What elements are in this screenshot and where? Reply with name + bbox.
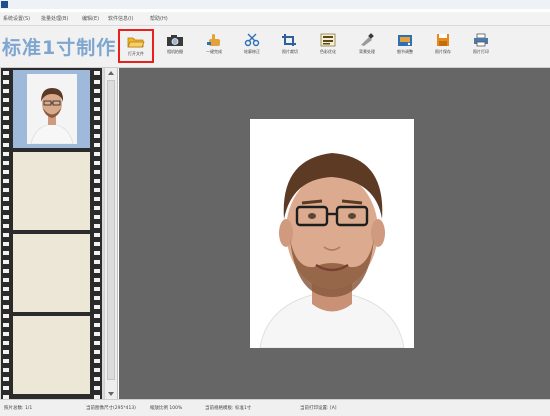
- thumbnail-panel: [0, 68, 118, 399]
- status-zoom: 缩放比例 100%: [150, 406, 183, 411]
- photo-print-button[interactable]: 照片打印: [463, 29, 499, 63]
- menu-software-info[interactable]: 软件信息(I): [108, 15, 133, 22]
- menu-help[interactable]: 帮助(H): [150, 15, 168, 22]
- photo-crop-button[interactable]: 照片裁切: [272, 29, 308, 63]
- camera-capture-label: 相机拍摄: [167, 49, 183, 54]
- photo-crop-label: 照片裁切: [282, 49, 298, 54]
- photo-save-button[interactable]: 照片保存: [425, 29, 461, 63]
- toolbar: 标准1寸制作 打开文件 相机拍摄 一键完成 轮廓修正 照片裁切 色彩优化 背景处…: [0, 26, 550, 68]
- hand-pointer-icon: [207, 34, 220, 46]
- background-brush-icon: [361, 33, 374, 46]
- thumbnail-frame-3[interactable]: [13, 234, 90, 312]
- status-template: 当前规格模板: 标准1寸: [205, 406, 252, 411]
- detail-adjust-label: 细节调整: [397, 49, 413, 54]
- app-logo-icon: [1, 1, 8, 8]
- photo-print-label: 照片打印: [473, 49, 489, 54]
- scrollbar-thumb[interactable]: [107, 80, 115, 380]
- menu-edit[interactable]: 编辑(E): [82, 15, 99, 22]
- crop-icon: [282, 34, 296, 46]
- status-photo-count: 照片总数: 1/1: [4, 406, 33, 411]
- background-process-label: 背景处理: [359, 49, 375, 54]
- scissors-icon: [244, 33, 260, 47]
- color-optimize-label: 色彩优化: [320, 49, 336, 54]
- portrait-thumbnail-image: [27, 74, 77, 144]
- thumbnail-frame-1[interactable]: [13, 70, 90, 148]
- camera-capture-button[interactable]: 相机拍摄: [157, 29, 193, 63]
- status-printer: 当前打印设置: [A]: [300, 406, 337, 411]
- status-bar: 照片总数: 1/1 当前图像尺寸(295*413) 缩放比例 100% 当前规格…: [0, 399, 550, 416]
- photo-save-label: 照片保存: [435, 49, 451, 54]
- color-adjust-icon: [320, 33, 336, 47]
- folder-open-icon: [127, 37, 145, 48]
- detail-adjust-icon: [398, 35, 412, 46]
- menu-batch-process[interactable]: 批量处理(B): [41, 15, 68, 22]
- menu-system-settings[interactable]: 系统设置(S): [3, 15, 30, 22]
- camera-icon: [167, 35, 183, 46]
- portrait-photo[interactable]: [250, 119, 414, 348]
- film-strip: [1, 68, 102, 399]
- scroll-up-arrow-icon[interactable]: [108, 71, 114, 75]
- thumbnail-frame-4[interactable]: [13, 316, 90, 394]
- contour-correction-button[interactable]: 轮廓修正: [234, 29, 270, 63]
- portrait-image: [250, 119, 414, 348]
- one-click-complete-label: 一键完成: [206, 49, 222, 54]
- one-click-complete-button[interactable]: 一键完成: [196, 29, 232, 63]
- contour-correction-label: 轮廓修正: [244, 49, 260, 54]
- open-file-button[interactable]: 打开文件: [118, 29, 154, 63]
- background-process-button[interactable]: 背景处理: [349, 29, 385, 63]
- open-file-label: 打开文件: [128, 51, 144, 56]
- status-image-size: 当前图像尺寸(295*413): [86, 406, 136, 411]
- floppy-save-icon: [437, 34, 449, 46]
- thumbnail-photo: [27, 74, 77, 144]
- printer-icon: [474, 33, 488, 47]
- brand-title: 标准1寸制作: [2, 37, 117, 59]
- title-bar: [0, 0, 550, 9]
- thumbnail-frame-2[interactable]: [13, 152, 90, 230]
- detail-adjust-button[interactable]: 细节调整: [387, 29, 423, 63]
- scroll-down-arrow-icon[interactable]: [108, 392, 114, 396]
- color-optimize-button[interactable]: 色彩优化: [310, 29, 346, 63]
- menu-bar: 系统设置(S) 批量处理(B) 编辑(E) 软件信息(I) 帮助(H): [0, 12, 550, 26]
- thumbnail-scrollbar[interactable]: [104, 68, 117, 399]
- photo-canvas: [119, 68, 550, 399]
